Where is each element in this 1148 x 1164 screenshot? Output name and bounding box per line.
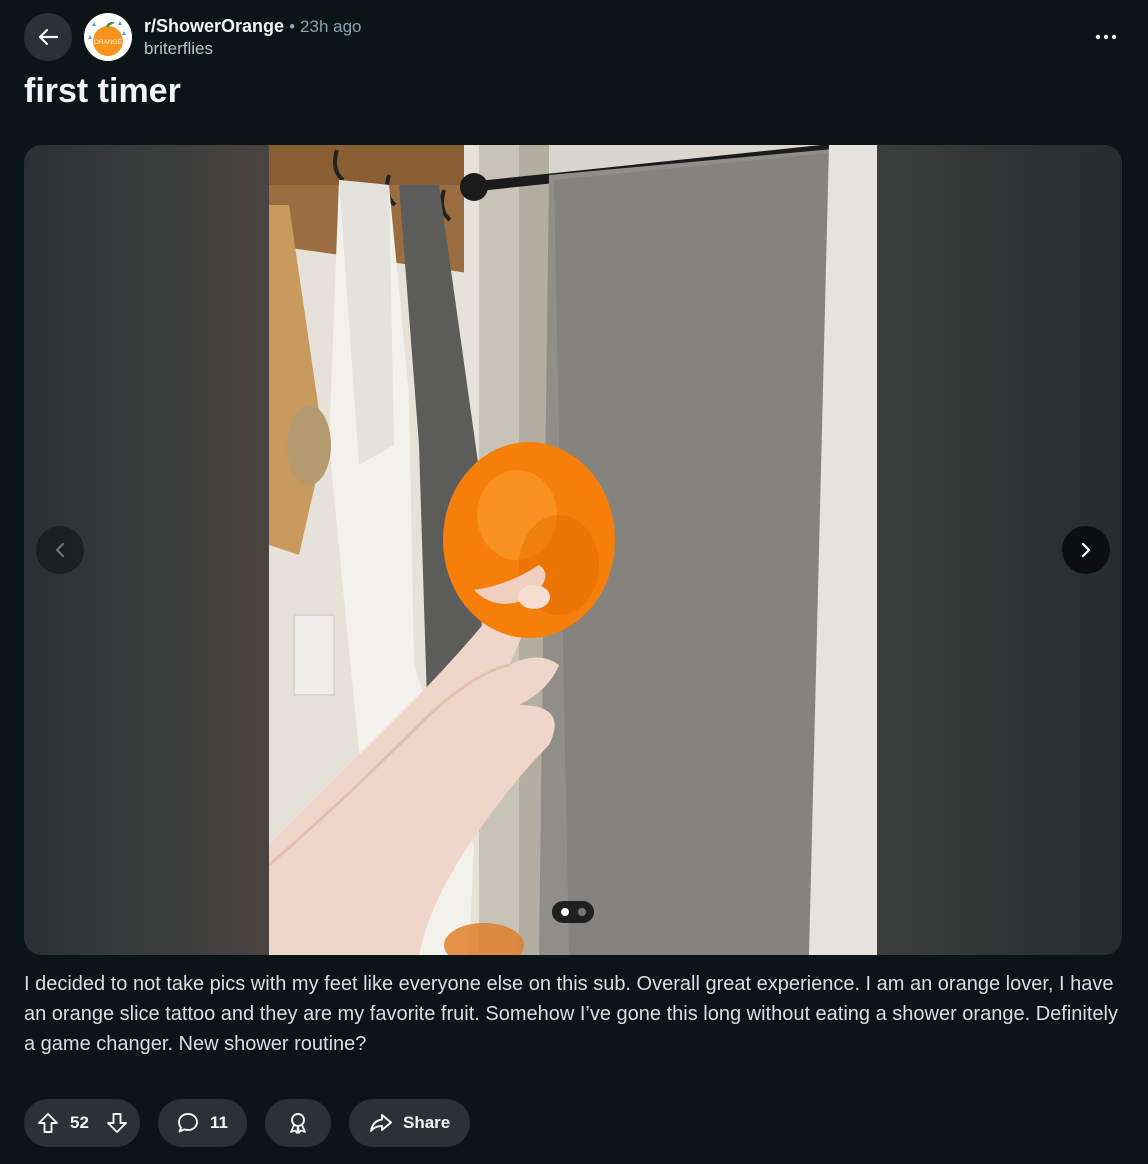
back-button[interactable]	[24, 13, 72, 61]
image-gallery[interactable]	[24, 145, 1122, 955]
next-image-button[interactable]	[1062, 526, 1110, 574]
post-time: 23h ago	[300, 17, 362, 36]
arrow-down-icon	[107, 1113, 127, 1133]
post-title[interactable]: first timer	[24, 70, 181, 112]
gallery-dot-2[interactable]	[577, 908, 586, 916]
post-body: I decided to not take pics with my feet …	[24, 973, 1118, 1055]
subreddit-line: r/ShowerOrange • 23h ago	[144, 15, 361, 38]
award-ribbon-icon	[290, 1113, 306, 1134]
subreddit-name[interactable]: r/ShowerOrange	[144, 16, 284, 36]
arrow-up-icon	[38, 1113, 58, 1133]
gallery-pagination	[552, 901, 594, 923]
more-options-button[interactable]	[1088, 19, 1124, 55]
previous-image-button[interactable]	[36, 526, 84, 574]
ellipsis-icon	[1095, 34, 1117, 40]
upvote-button[interactable]	[34, 1109, 62, 1137]
gallery-dot-1[interactable]	[560, 908, 569, 916]
svg-text:ORANGE: ORANGE	[94, 39, 123, 46]
downvote-button[interactable]	[103, 1109, 131, 1137]
chevron-left-icon	[55, 542, 65, 558]
share-button[interactable]: Share	[349, 1099, 470, 1147]
post-image[interactable]	[269, 145, 877, 955]
upvote-count: 52	[70, 1113, 89, 1132]
chevron-right-icon	[1081, 542, 1091, 558]
meta-separator: •	[289, 17, 296, 36]
share-label: Share	[403, 1113, 451, 1132]
comments-button[interactable]: 11	[158, 1099, 247, 1147]
orange-logo: ORANGE	[84, 13, 132, 61]
award-button[interactable]	[265, 1099, 331, 1147]
post-header: ORANGE r/ShowerOrange • 23h ago briterfl…	[24, 13, 1124, 63]
author-name[interactable]: briterflies	[144, 39, 213, 59]
share-arrow-icon	[370, 1114, 392, 1132]
arrow-left-icon	[38, 28, 59, 46]
comment-count: 11	[210, 1113, 228, 1132]
subreddit-avatar[interactable]: ORANGE	[84, 13, 132, 61]
vote-control: 52	[24, 1099, 140, 1147]
speech-bubble-icon	[178, 1113, 198, 1133]
